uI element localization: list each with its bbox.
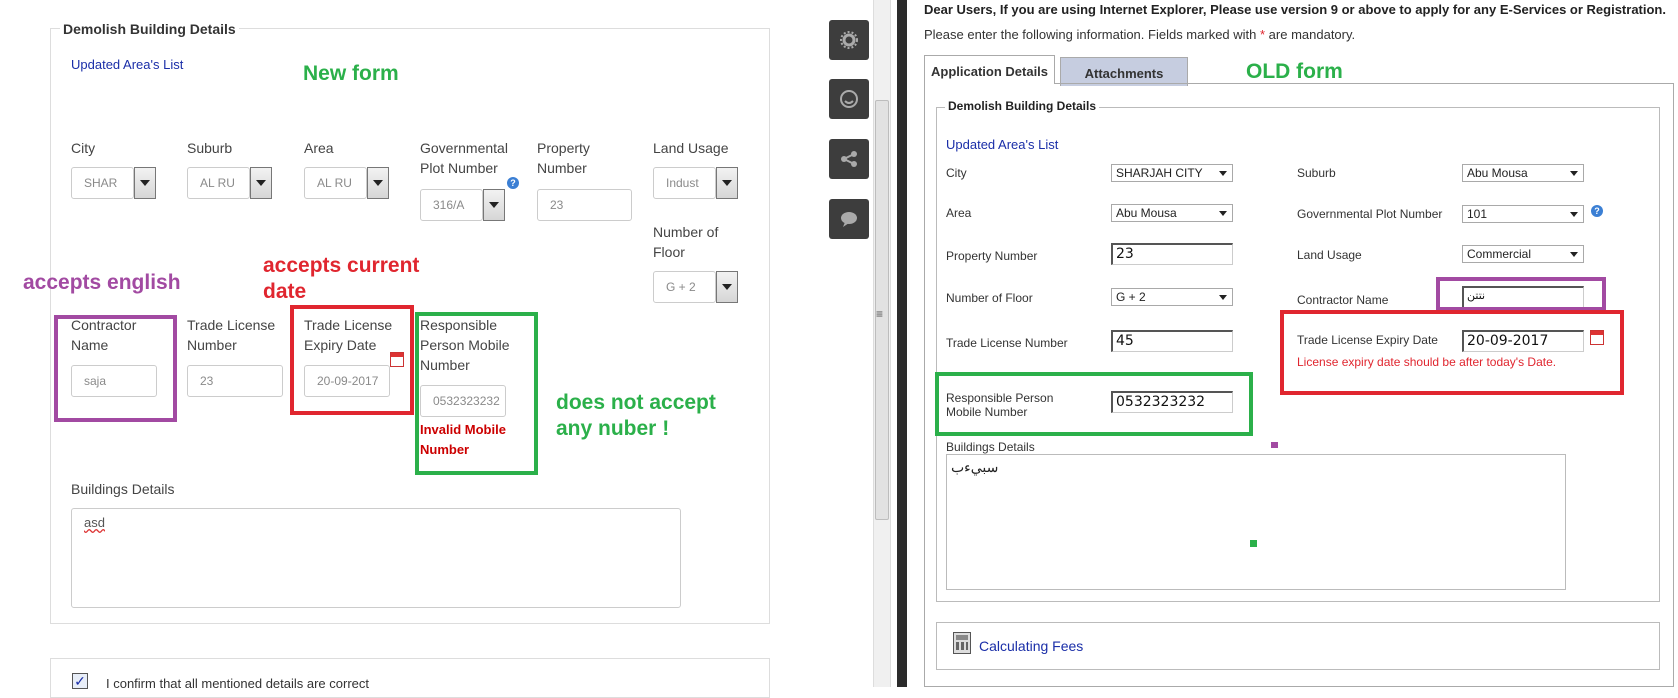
expiry-highlight-box (290, 305, 414, 415)
old-land-usage-select[interactable]: Commercial (1462, 245, 1584, 263)
land-usage-label: Land Usage (653, 140, 729, 156)
old-area-select[interactable]: Abu Mousa (1111, 204, 1233, 222)
old-land-usage-label: Land Usage (1297, 248, 1362, 262)
gov-plot-label: Governmental Plot Number (420, 140, 508, 176)
green-marker (1250, 540, 1257, 547)
suburb-select-arrow[interactable] (250, 167, 272, 199)
ie-notice: Dear Users, If you are using Internet Ex… (924, 2, 1666, 17)
old-gov-plot-select[interactable]: 101 (1462, 205, 1584, 223)
comment-icon (841, 212, 857, 227)
trade-license-number-label: Trade License Number (187, 317, 276, 353)
area-select[interactable]: AL RU (304, 167, 367, 199)
old-suburb-select[interactable]: Abu Mousa (1462, 164, 1584, 182)
old-suburb-label: Suburb (1297, 166, 1336, 180)
buildings-details-textarea[interactable]: asd (71, 508, 681, 608)
settings-button[interactable] (829, 20, 869, 60)
area-select-arrow[interactable] (367, 167, 389, 199)
old-property-number-input[interactable]: 23 (1111, 243, 1233, 265)
old-contractor-name-label: Contractor Name (1297, 293, 1389, 307)
old-updated-areas-link[interactable]: Updated Area's List (946, 137, 1058, 152)
property-number-label: Property Number (537, 140, 590, 176)
accepts-current-date-annotation: accepts current date (263, 254, 420, 303)
does-not-accept-annotation: does not accept any nuber ! (556, 391, 716, 440)
tab-application-details[interactable]: Application Details (924, 55, 1056, 84)
old-trade-license-number-input[interactable]: 45 (1111, 330, 1233, 352)
number-of-floor-select-arrow[interactable] (716, 271, 738, 303)
old-form-legend: Demolish Building Details (945, 99, 1100, 113)
city-label: City (71, 140, 96, 156)
splitter-grip-icon[interactable]: ≡ (876, 307, 883, 321)
new-form-annotation: New form (303, 62, 399, 85)
old-form-annotation: OLD form (1246, 60, 1343, 83)
instructions-before: Please enter the following information. … (924, 27, 1260, 42)
updated-areas-link[interactable]: Updated Area's List (71, 57, 183, 72)
old-number-of-floor-label: Number of Floor (946, 291, 1033, 305)
share-button[interactable] (829, 139, 869, 179)
chat-button[interactable] (829, 199, 869, 239)
number-of-floor-label: Number of Floor (653, 224, 719, 260)
old-buildings-details-textarea[interactable]: سبيءب (946, 454, 1566, 590)
old-property-number-label: Property Number (946, 249, 1038, 263)
area-label: Area (304, 140, 334, 156)
purple-marker (1271, 442, 1278, 448)
suburb-select[interactable]: AL RU (187, 167, 250, 199)
old-area-label: Area (946, 206, 972, 220)
old-city-select[interactable]: SHARJAH CITY (1111, 164, 1233, 182)
old-mobile-highlight-box (935, 372, 1253, 436)
confirm-text: I confirm that all mentioned details are… (106, 676, 370, 691)
share-icon (841, 151, 857, 167)
new-form-legend: Demolish Building Details (60, 21, 239, 37)
buildings-details-label: Buildings Details (71, 481, 175, 497)
contractor-highlight-box (54, 315, 177, 422)
gear-icon (840, 31, 858, 49)
old-buildings-details-value: سبيءب (951, 459, 999, 475)
tab-attachments[interactable]: Attachments (1060, 57, 1188, 86)
feedback-button[interactable] (829, 79, 869, 119)
gov-plot-select-arrow[interactable] (483, 189, 505, 221)
number-of-floor-select[interactable]: G + 2 (653, 271, 716, 303)
trade-license-number-input[interactable]: 23 (187, 365, 283, 397)
help-icon[interactable]: ? (507, 177, 519, 189)
old-contractor-highlight-box (1436, 277, 1606, 311)
window-divider (897, 0, 907, 687)
property-number-input[interactable]: 23 (537, 189, 632, 221)
old-gov-plot-label: Governmental Plot Number (1297, 207, 1443, 221)
calculator-icon (953, 632, 971, 654)
land-usage-select-arrow[interactable] (716, 167, 738, 199)
city-select[interactable]: SHAR (71, 167, 134, 199)
old-city-label: City (946, 166, 967, 180)
calculating-fees-link[interactable]: Calculating Fees (979, 638, 1083, 654)
smiley-icon (840, 90, 858, 108)
instructions: Please enter the following information. … (924, 27, 1355, 42)
old-number-of-floor-select[interactable]: G + 2 (1111, 288, 1233, 306)
city-select-arrow[interactable] (134, 167, 156, 199)
mobile-highlight-box (415, 312, 538, 475)
buildings-details-value: asd (84, 515, 105, 530)
land-usage-select[interactable]: Indust (653, 167, 716, 199)
accepts-english-annotation: accepts english (23, 271, 181, 294)
old-help-icon[interactable]: ? (1591, 205, 1603, 217)
suburb-label: Suburb (187, 140, 233, 156)
old-trade-license-number-label: Trade License Number (946, 336, 1068, 350)
old-buildings-details-label: Buildings Details (946, 440, 1035, 454)
instructions-after: are mandatory. (1265, 27, 1356, 42)
old-expiry-highlight-box (1280, 310, 1624, 395)
gov-plot-select[interactable]: 316/A (420, 189, 483, 221)
